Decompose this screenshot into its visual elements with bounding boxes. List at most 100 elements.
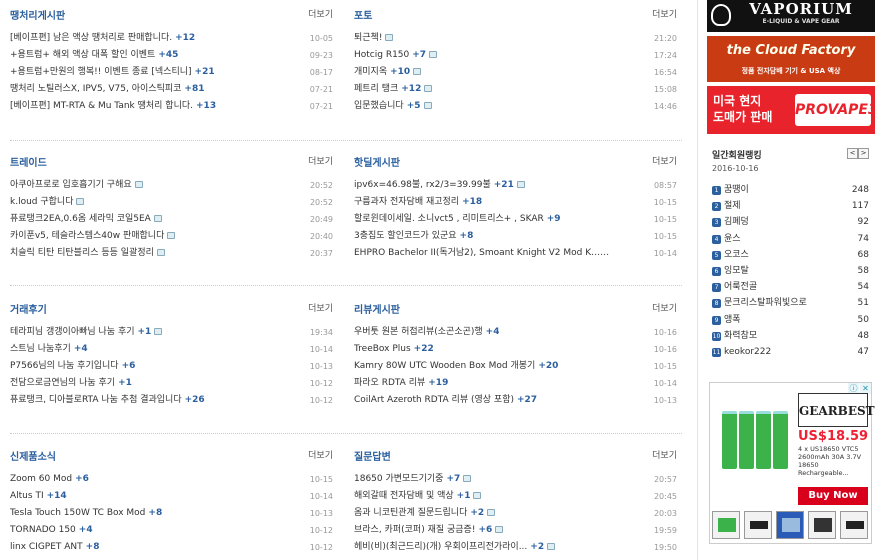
more-link[interactable]: 더보기 (308, 7, 333, 20)
post-link[interactable]: CoilArt Azeroth RDTA 리뷰 (영상 포함) +27 (354, 392, 537, 409)
post-title[interactable]: [베이프편] MT-RTA & Mu Tank 땡처리 합니다. (10, 101, 193, 111)
board-title[interactable]: 포토 (354, 7, 372, 22)
battery-product-image[interactable] (716, 405, 788, 475)
post-link[interactable]: [베이프편] 남은 액상 땡처리로 판매합니다. +12 (10, 30, 195, 47)
post-title[interactable]: 페트리 탱크 (354, 84, 398, 94)
post-link[interactable]: Altus TI +14 (10, 488, 67, 505)
ranking-item[interactable]: 9 앵폭 50 (712, 312, 869, 328)
post-link[interactable]: 치슬릭 티탄 티탄블리스 등등 일괄정리 (10, 245, 165, 262)
post-title[interactable]: 스트님 나눔후기 (10, 344, 71, 354)
post-link[interactable]: 우버툿 원본 허접리뷰(소곤소곤)행 +4 (354, 324, 499, 341)
post-link[interactable]: TORNADO 150 +4 (10, 522, 93, 539)
more-link[interactable]: 더보기 (652, 448, 677, 461)
post-title[interactable]: 아쿠아프로로 입호흡기기 구해요 (10, 180, 132, 190)
gearbest-ad[interactable]: ⓘ ✕ GEARBEST US$18.59 4 x US18650 VTC5 26… (709, 382, 875, 544)
member-name[interactable]: 꿈떙이 (724, 185, 749, 195)
member-name[interactable]: 어룩전골 (724, 282, 757, 292)
post-link[interactable]: 카이푼v5, 테슬라스템스40w 판매합니다 (10, 228, 176, 245)
post-link[interactable]: EHPRO Bachelor II(독거남2), Smoant Knight V… (354, 245, 619, 262)
post-title[interactable]: TORNADO 150 (10, 525, 76, 535)
post-link[interactable]: 개미지옥 +10 (354, 64, 422, 81)
post-title[interactable]: linx CIGPET ANT (10, 542, 83, 552)
post-title[interactable]: 개미지옥 (354, 67, 387, 77)
post-link[interactable]: 땡처리 노틸러스X, IPV5, V75, 아이스틱피코 +81 (10, 81, 204, 98)
post-link[interactable]: 파라오 RDTA 리뷰 +19 (354, 375, 448, 392)
post-title[interactable]: Kamry 80W UTC Wooden Box Mod 개봉기 (354, 361, 535, 371)
post-title[interactable]: 테라피님 갱갱이아빠님 나눔 후기 (10, 327, 135, 337)
post-link[interactable]: 18650 가변모드기기중 +7 (354, 471, 472, 488)
post-title[interactable]: 해외갈때 전자담배 및 액상 (354, 491, 454, 501)
post-link[interactable]: Hotcig R150 +7 (354, 47, 438, 64)
board-title[interactable]: 트레이드 (10, 154, 47, 169)
banner-provape[interactable]: 미국 현지 도매가 판매 PROVAPE365 (707, 86, 875, 134)
post-link[interactable]: Kamry 80W UTC Wooden Box Mod 개봉기 +20 (354, 358, 558, 375)
post-link[interactable]: 테라피님 갱갱이아빠님 나눔 후기 +1 (10, 324, 163, 341)
post-title[interactable]: EHPRO Bachelor II(독거남2), Smoant Knight V… (354, 248, 609, 258)
more-link[interactable]: 더보기 (652, 154, 677, 167)
banner-vaporium[interactable]: VAPORIUM E-LIQUID & VAPE GEAR (707, 0, 875, 32)
post-link[interactable]: TreeBox Plus +22 (354, 341, 434, 358)
post-title[interactable]: 퓨료탱크, 디아블로RTA 나눔 추첨 결과입니다 (10, 395, 182, 405)
post-link[interactable]: linx CIGPET ANT +8 (10, 539, 99, 556)
post-link[interactable]: 스트님 나눔후기 +4 (10, 341, 88, 358)
post-link[interactable]: Tesla Touch 150W TC Box Mod +8 (10, 505, 162, 522)
member-name[interactable]: 앵폭 (724, 315, 741, 325)
post-title[interactable]: 18650 가변모드기기중 (354, 474, 443, 484)
post-title[interactable]: Tesla Touch 150W TC Box Mod (10, 508, 145, 518)
post-title[interactable]: [베이프편] 남은 액상 땡처리로 판매합니다. (10, 33, 172, 43)
post-link[interactable]: 페트리 탱크 +12 (354, 81, 433, 98)
post-link[interactable]: ipv6x=46.98불, rx2/3=39.99불 +21 (354, 177, 525, 194)
post-link[interactable]: 전담으로금연님의 나눔 후기 +1 (10, 375, 132, 392)
more-link[interactable]: 더보기 (308, 448, 333, 461)
post-title[interactable]: +용트럼+ 해외 액상 대폭 할인 이벤트 (10, 50, 155, 60)
ranking-item[interactable]: 6 잉모탈 58 (712, 263, 869, 279)
post-link[interactable]: +용트럼+ 해외 액상 대폭 할인 이벤트 +45 (10, 47, 178, 64)
ranking-item[interactable]: 3 김폐덩 92 (712, 214, 869, 230)
ad-thumb[interactable] (712, 511, 740, 539)
post-title[interactable]: Altus TI (10, 491, 44, 501)
post-title[interactable]: TreeBox Plus (354, 344, 411, 354)
post-link[interactable]: k.loud 구합니다 (10, 194, 85, 211)
ranking-item[interactable]: 2 절제 117 (712, 198, 869, 214)
ranking-item[interactable]: 8 문크리스탈파워빛으로 51 (712, 295, 869, 311)
ranking-item[interactable]: 11 keokor222 47 (712, 344, 869, 360)
ranking-item[interactable]: 7 어룩전골 54 (712, 279, 869, 295)
post-title[interactable]: 옴과 니코틴관계 질문드립니다 (354, 508, 467, 518)
post-title[interactable]: P7566님의 나눔 후기입니다 (10, 361, 119, 371)
post-title[interactable]: +용트럼+만원의 행복!! 이벤트 종료 [넥스티니] (10, 67, 192, 77)
member-name[interactable]: 오코스 (724, 250, 749, 260)
post-link[interactable]: [베이프편] MT-RTA & Mu Tank 땡처리 합니다. +13 (10, 98, 216, 115)
post-title[interactable]: CoilArt Azeroth RDTA 리뷰 (영상 포함) (354, 395, 514, 405)
post-title[interactable]: 치슬릭 티탄 티탄블리스 등등 일괄정리 (10, 248, 154, 258)
more-link[interactable]: 더보기 (308, 154, 333, 167)
post-link[interactable]: 아쿠아프로로 입호흡기기 구해요 (10, 177, 143, 194)
post-title[interactable]: 퓨료탱크2EA,0.6옴 세라믹 코일5EA (10, 214, 151, 224)
more-link[interactable]: 더보기 (652, 301, 677, 314)
post-title[interactable]: k.loud 구합니다 (10, 197, 73, 207)
post-title[interactable]: 카이푼v5, 테슬라스템스40w 판매합니다 (10, 231, 164, 241)
chevron-left-icon[interactable]: < (847, 148, 858, 159)
chevron-right-icon[interactable]: > (858, 148, 869, 159)
board-title[interactable]: 거래후기 (10, 301, 47, 316)
member-name[interactable]: 잉모탈 (724, 266, 749, 276)
post-title[interactable]: 입문했습니다 (354, 101, 404, 111)
post-link[interactable]: 퓨료탱크, 디아블로RTA 나눔 추첨 결과입니다 +26 (10, 392, 205, 409)
board-title[interactable]: 땡처리게시판 (10, 7, 65, 22)
post-title[interactable]: 전담으로금연님의 나눔 후기 (10, 378, 115, 388)
post-link[interactable]: P7566님의 나눔 후기입니다 +6 (10, 358, 135, 375)
ranking-item[interactable]: 1 꿈떙이 248 (712, 182, 869, 198)
post-link[interactable]: 할로윈데이세일. 소니vct5 , 리미트리스+ , SKAR +9 (354, 211, 561, 228)
banner-cloud-factory[interactable]: the Cloud Factory 정품 전자담배 기기 & USA 액상 (707, 36, 875, 82)
board-title[interactable]: 신제품소식 (10, 448, 56, 463)
post-title[interactable]: 파라오 RDTA 리뷰 (354, 378, 425, 388)
post-title[interactable]: 헤비(비)(최근드리)(개) 우회이프리전가라이... (354, 542, 527, 552)
post-title[interactable]: 우버툿 원본 허접리뷰(소곤소곤)행 (354, 327, 483, 337)
member-name[interactable]: keokor222 (724, 347, 771, 357)
post-link[interactable]: 브라스, 카퍼(코퍼) 재질 궁금증! +6 (354, 522, 504, 539)
post-link[interactable]: +용트럼+만원의 행복!! 이벤트 종료 [넥스티니] +21 (10, 64, 215, 81)
post-link[interactable]: Zoom 60 Mod +6 (10, 471, 89, 488)
member-name[interactable]: 절제 (724, 201, 741, 211)
post-title[interactable]: 퇴근첵! (354, 33, 382, 43)
member-name[interactable]: 김폐덩 (724, 217, 749, 227)
member-name[interactable]: 문크리스탈파워빛으로 (724, 298, 807, 308)
